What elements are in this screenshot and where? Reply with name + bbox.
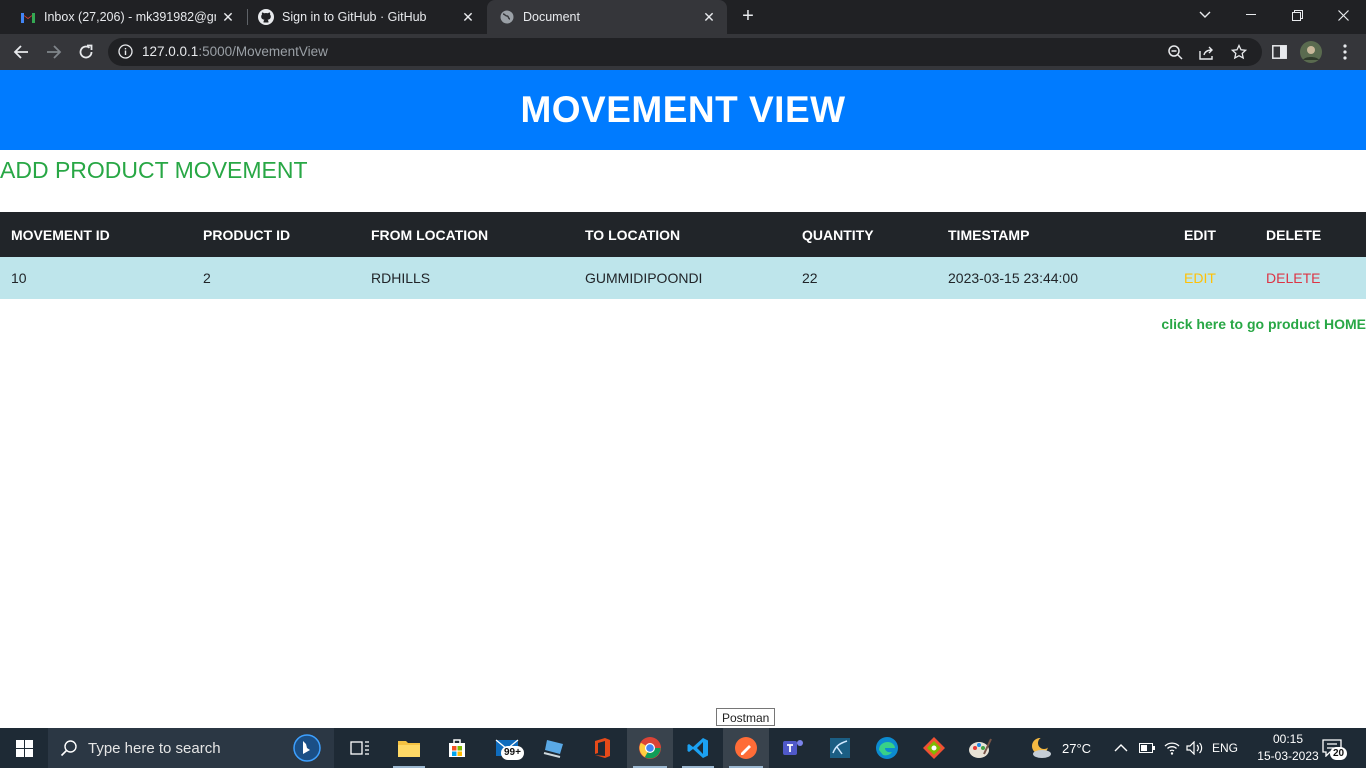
tray-overflow-icon[interactable] bbox=[1114, 728, 1128, 768]
cell-product-id: 2 bbox=[192, 257, 360, 299]
taskbar-search-box[interactable]: Type here to search bbox=[48, 728, 334, 768]
table-row: 10 2 RDHILLS GUMMIDIPOONDI 22 2023-03-15… bbox=[0, 257, 1366, 299]
tab-gmail[interactable]: Inbox (27,206) - mk391982@gmail.com - Gm… bbox=[0, 0, 246, 34]
column-header-timestamp: TIMESTAMP bbox=[937, 212, 1173, 257]
forward-icon[interactable] bbox=[42, 40, 66, 64]
cell-timestamp: 2023-03-15 23:44:00 bbox=[937, 257, 1173, 299]
globe-icon bbox=[499, 9, 515, 25]
cell-edit: EDIT bbox=[1173, 257, 1255, 299]
browser-toolbar: 127.0.0.1:5000/MovementView bbox=[0, 34, 1366, 70]
chrome-icon[interactable] bbox=[627, 728, 673, 768]
browser-tab-strip: Inbox (27,206) - mk391982@gmail.com - Gm… bbox=[0, 0, 1366, 34]
github-icon bbox=[258, 9, 274, 25]
taskbar-tooltip: Postman bbox=[716, 708, 776, 726]
windows-taskbar: Type here to search 99+ 27°C ENG 00:15 1… bbox=[0, 728, 1366, 768]
close-tab-icon[interactable]: ✕ bbox=[697, 9, 721, 26]
table-header-row: MOVEMENT ID PRODUCT ID FROM LOCATION TO … bbox=[0, 212, 1366, 257]
mail-badge: 99+ bbox=[501, 746, 524, 760]
taskbar-clock[interactable]: 00:15 15-03-2023 bbox=[1256, 731, 1320, 765]
column-header-movement-id: MOVEMENT ID bbox=[0, 212, 192, 257]
bing-icon[interactable] bbox=[293, 734, 321, 762]
task-view-icon[interactable] bbox=[340, 728, 380, 768]
tab-title: Inbox (27,206) - mk391982@gmail.com - Gm… bbox=[44, 10, 216, 24]
notifications-icon[interactable]: 20 bbox=[1322, 728, 1348, 768]
add-product-movement-link[interactable]: ADD PRODUCT MOVEMENT bbox=[0, 157, 308, 184]
tab-github[interactable]: Sign in to GitHub · GitHub ✕ bbox=[248, 0, 486, 34]
search-placeholder: Type here to search bbox=[88, 739, 221, 757]
mysql-workbench-icon[interactable] bbox=[818, 728, 862, 768]
git-kraken-icon[interactable] bbox=[912, 728, 956, 768]
page-header: MOVEMENT VIEW bbox=[0, 70, 1366, 150]
page-title: MOVEMENT VIEW bbox=[520, 89, 846, 130]
close-window-button[interactable] bbox=[1320, 0, 1366, 30]
column-header-product-id: PRODUCT ID bbox=[192, 212, 360, 257]
column-header-quantity: QUANTITY bbox=[791, 212, 937, 257]
battery-icon[interactable] bbox=[1139, 728, 1155, 768]
close-tab-icon[interactable]: ✕ bbox=[216, 9, 240, 26]
windows-start-icon[interactable] bbox=[0, 728, 48, 768]
weather-widget[interactable]: 27°C bbox=[1028, 728, 1091, 768]
tab-search-icon[interactable] bbox=[1182, 0, 1228, 30]
menu-icon[interactable] bbox=[1336, 43, 1354, 61]
weather-moon-icon bbox=[1028, 737, 1054, 759]
gmail-icon bbox=[20, 9, 36, 25]
laptop-app-icon[interactable] bbox=[535, 728, 575, 768]
column-header-edit: EDIT bbox=[1173, 212, 1255, 257]
file-explorer-icon[interactable] bbox=[387, 728, 431, 768]
cell-quantity: 22 bbox=[791, 257, 937, 299]
tab-title: Document bbox=[523, 10, 580, 24]
product-home-link[interactable]: click here to go product HOME bbox=[1161, 316, 1366, 332]
input-language[interactable]: ENG bbox=[1212, 728, 1238, 768]
tab-document[interactable]: Document ✕ bbox=[487, 0, 727, 34]
cell-to-location: GUMMIDIPOONDI bbox=[574, 257, 791, 299]
column-header-to-location: TO LOCATION bbox=[574, 212, 791, 257]
edit-link[interactable]: EDIT bbox=[1184, 270, 1216, 286]
cell-movement-id: 10 bbox=[0, 257, 192, 299]
url-path: :5000/MovementView bbox=[198, 44, 328, 59]
restore-button[interactable] bbox=[1274, 0, 1320, 30]
back-icon[interactable] bbox=[9, 40, 33, 64]
office-icon[interactable] bbox=[580, 728, 624, 768]
mail-icon[interactable]: 99+ bbox=[483, 728, 531, 768]
zoom-icon[interactable] bbox=[1166, 43, 1184, 61]
share-icon[interactable] bbox=[1198, 43, 1216, 61]
url-text: 127.0.0.1:5000/MovementView bbox=[142, 44, 328, 59]
volume-icon[interactable] bbox=[1186, 728, 1204, 768]
postman-icon[interactable] bbox=[723, 728, 769, 768]
bookmark-star-icon[interactable] bbox=[1230, 43, 1248, 61]
reload-icon[interactable] bbox=[74, 40, 98, 64]
tab-title: Sign in to GitHub · GitHub bbox=[282, 10, 427, 24]
url-host: 127.0.0.1 bbox=[142, 44, 199, 59]
new-tab-button[interactable]: + bbox=[737, 5, 759, 27]
movement-table: MOVEMENT ID PRODUCT ID FROM LOCATION TO … bbox=[0, 212, 1366, 299]
column-header-delete: DELETE bbox=[1255, 212, 1366, 257]
vscode-icon[interactable] bbox=[676, 728, 720, 768]
wifi-icon[interactable] bbox=[1164, 728, 1180, 768]
cell-delete: DELETE bbox=[1255, 257, 1366, 299]
site-info-icon[interactable] bbox=[118, 44, 133, 64]
clock-time: 00:15 bbox=[1272, 732, 1304, 746]
close-tab-icon[interactable]: ✕ bbox=[456, 9, 480, 26]
side-panel-icon[interactable] bbox=[1270, 43, 1288, 61]
weather-temperature: 27°C bbox=[1062, 740, 1092, 756]
minimize-button[interactable] bbox=[1228, 0, 1274, 30]
notification-count: 20 bbox=[1330, 747, 1348, 760]
column-header-from-location: FROM LOCATION bbox=[360, 212, 574, 257]
edge-icon[interactable] bbox=[865, 728, 909, 768]
delete-link[interactable]: DELETE bbox=[1266, 270, 1320, 286]
microsoft-store-icon[interactable] bbox=[435, 728, 479, 768]
cell-from-location: RDHILLS bbox=[360, 257, 574, 299]
profile-avatar[interactable] bbox=[1300, 41, 1322, 63]
teams-icon[interactable] bbox=[771, 728, 815, 768]
paint-icon[interactable] bbox=[958, 728, 1002, 768]
search-icon bbox=[60, 739, 78, 757]
clock-date: 15-03-2023 bbox=[1257, 749, 1319, 763]
address-bar[interactable]: 127.0.0.1:5000/MovementView bbox=[108, 38, 1262, 66]
